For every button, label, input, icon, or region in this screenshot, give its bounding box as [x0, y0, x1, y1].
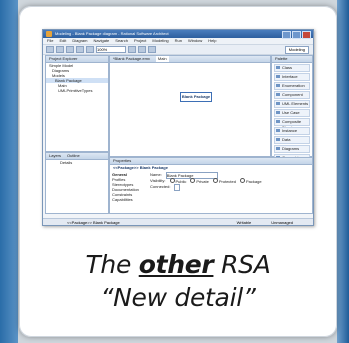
minimize-icon[interactable]: [282, 31, 291, 39]
caption-line-2: “New detail”: [100, 283, 256, 312]
palette-item[interactable]: Interface: [274, 73, 310, 81]
tree-item[interactable]: UMLPrimitiveTypes: [46, 88, 108, 93]
outline-tabs: Layers Outline: [46, 153, 108, 160]
align-icon[interactable]: [148, 46, 156, 53]
project-explorer-panel: Project Explorer Simple Model Diagrams M…: [45, 55, 109, 152]
palette-panel: Palette Class Interface Enumeration Comp…: [271, 55, 313, 166]
palette-item[interactable]: Data: [274, 136, 310, 144]
print-icon[interactable]: [66, 46, 74, 53]
properties-panel: Properties <<Package>> Blank Package Gen…: [109, 157, 313, 214]
palette-item[interactable]: Diagrams: [274, 145, 310, 153]
palette-item[interactable]: UML Elements: [274, 100, 310, 108]
status-writable: Writable: [236, 220, 252, 225]
palette-item[interactable]: Component: [274, 91, 310, 99]
tab-layers[interactable]: Layers: [49, 153, 61, 159]
palette-item[interactable]: Enumeration: [274, 82, 310, 90]
editor-tab[interactable]: *Blank Package.emx: [113, 56, 150, 62]
menu-edit[interactable]: Edit: [59, 38, 66, 44]
menu-project[interactable]: Project: [134, 38, 146, 44]
perspective-button[interactable]: Modeling: [284, 45, 309, 54]
slide-card: Modeling - Blank Package diagram - Ratio…: [19, 6, 337, 337]
properties-sidebar-item[interactable]: Capabilities: [112, 197, 144, 202]
save-icon[interactable]: [56, 46, 64, 53]
properties-tab[interactable]: Properties: [110, 158, 312, 165]
properties-form: Name: Blank Package Visibility: Public P…: [150, 172, 262, 191]
menu-file[interactable]: File: [47, 38, 53, 44]
tab-outline[interactable]: Outline: [67, 153, 80, 159]
connected-checkbox[interactable]: [174, 184, 181, 191]
window-title: Modeling - Blank Package diagram - Ratio…: [55, 31, 169, 36]
app-icon: [46, 31, 52, 37]
visibility-protected[interactable]: Protected: [212, 178, 236, 184]
menu-search[interactable]: Search: [115, 38, 128, 44]
palette-item[interactable]: Composite Struct: [274, 118, 310, 130]
font-icon[interactable]: [128, 46, 136, 53]
connected-label: Connected:: [150, 184, 171, 189]
undo-icon[interactable]: [76, 46, 84, 53]
outline-item[interactable]: Details: [46, 160, 108, 165]
palette-item[interactable]: Use Case: [274, 109, 310, 117]
maximize-icon[interactable]: [292, 31, 301, 39]
redo-icon[interactable]: [86, 46, 94, 53]
main-toolbar: 100% Modeling: [43, 45, 313, 55]
new-icon[interactable]: [46, 46, 54, 53]
right-accent-bar: [337, 0, 349, 343]
palette-item[interactable]: Class: [274, 64, 310, 72]
visibility-private[interactable]: Private: [190, 178, 209, 184]
window-titlebar: Modeling - Blank Package diagram - Ratio…: [43, 30, 313, 39]
menu-modeling[interactable]: Modeling: [152, 38, 168, 44]
visibility-package[interactable]: Package: [239, 178, 262, 184]
status-unmanaged: Unmanaged: [271, 220, 293, 225]
diagram-editor[interactable]: *Blank Package.emx Main Blank Package: [109, 55, 271, 157]
left-accent-bar: [0, 0, 18, 343]
menu-run[interactable]: Run: [175, 38, 182, 44]
project-explorer-tab[interactable]: Project Explorer: [46, 56, 108, 63]
status-bar: <<Package>> Blank Package Writable Unman…: [43, 218, 313, 225]
properties-header: <<Package>> Blank Package: [113, 165, 168, 170]
zoom-combo[interactable]: 100%: [96, 46, 126, 53]
color-icon[interactable]: [138, 46, 146, 53]
properties-sidebar: General Profiles Stereotypes Documentati…: [112, 172, 144, 202]
caption-emphasis: other: [138, 250, 214, 279]
close-icon[interactable]: [302, 31, 311, 39]
caption-line-1: The other RSA: [85, 250, 271, 279]
outline-panel: Layers Outline Details: [45, 152, 109, 214]
palette-item[interactable]: Instance: [274, 127, 310, 135]
editor-tab-active[interactable]: Main: [155, 56, 169, 62]
screenshot-thumbnail: Modeling - Blank Package diagram - Ratio…: [42, 29, 314, 226]
status-left: <<Package>> Blank Package: [67, 220, 120, 225]
menu-help[interactable]: Help: [208, 38, 216, 44]
menu-bar: File Edit Diagram Navigate Search Projec…: [43, 38, 313, 45]
menu-navigate[interactable]: Navigate: [93, 38, 109, 44]
palette-title: Palette: [272, 56, 312, 63]
editor-tabs: *Blank Package.emx Main: [110, 56, 270, 63]
package-node[interactable]: Blank Package: [180, 92, 212, 102]
menu-window[interactable]: Window: [188, 38, 202, 44]
menu-diagram[interactable]: Diagram: [72, 38, 87, 44]
